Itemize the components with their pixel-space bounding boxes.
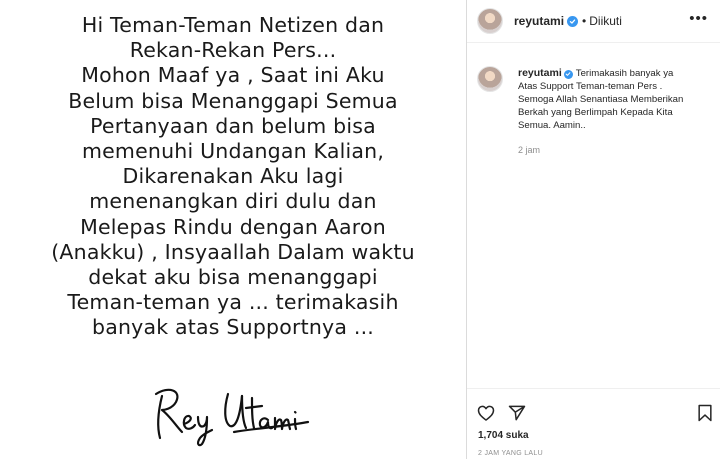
caption-line-4: Berkah yang Berlimpah Kepada Kita <box>518 107 673 118</box>
post-line: Melepas Rindu dengan Aaron <box>80 214 386 239</box>
post-line: menenangkan diri dulu dan <box>89 189 377 214</box>
post-line: dekat aku bisa menanggapi <box>88 265 378 290</box>
post-line: Mohon Maaf ya , Saat ini Aku <box>81 63 385 88</box>
caption-body: reyutami Terimakasih banyak ya Atas Suppo… <box>518 67 714 155</box>
post-image[interactable]: Hi Teman-Teman Netizen dan Rekan-Rekan P… <box>0 0 466 459</box>
handwritten-signature <box>154 388 310 447</box>
post-line: banyak atas Supportnya ... <box>92 315 374 340</box>
caption-username[interactable]: reyutami <box>518 67 562 79</box>
avatar[interactable] <box>477 8 503 34</box>
post-line: Teman-teman ya ... terimakasih <box>67 290 399 315</box>
caption-text: reyutami Terimakasih banyak ya Atas Suppo… <box>518 67 714 132</box>
heart-icon[interactable] <box>476 403 496 423</box>
post-line: (Anakku) , Insyaallah Dalam waktu <box>51 239 415 264</box>
separator-dot: • <box>582 14 587 28</box>
post-line: Belum bisa Menanggapi Semua <box>68 88 398 113</box>
post-line: Dikarenakan Aku lagi <box>122 164 344 189</box>
avatar[interactable] <box>477 66 503 92</box>
post-message: Hi Teman-Teman Netizen dan Rekan-Rekan P… <box>8 13 458 341</box>
like-count[interactable]: 1,704 suka <box>478 430 529 441</box>
verified-badge-icon <box>567 15 579 27</box>
follow-status-button[interactable]: Diikuti <box>589 14 622 28</box>
caption-line-1: Terimakasih banyak ya <box>575 68 674 79</box>
send-icon[interactable] <box>507 403 527 423</box>
caption-line-5: Semua. Aamin.. <box>518 120 586 131</box>
post-line: Hi Teman-Teman Netizen dan <box>81 13 385 37</box>
more-horizontal-icon[interactable]: ••• <box>689 11 708 26</box>
post-side-panel: reyutami • Diikuti ••• reyutami Terimakas… <box>467 0 720 459</box>
caption-line-2: Atas Support Teman-teman Pers . <box>518 81 663 92</box>
post-line: Pertanyaan dan belum bisa <box>90 113 376 138</box>
verified-badge-icon <box>563 69 573 79</box>
header-username[interactable]: reyutami <box>514 14 564 28</box>
action-bar <box>467 388 720 432</box>
post-date[interactable]: 2 JAM YANG LALU <box>478 450 543 457</box>
caption-line: reyutami Terimakasih banyak ya <box>518 67 714 80</box>
post-line: Rekan-Rekan Pers... <box>129 38 337 63</box>
bookmark-icon[interactable] <box>695 403 715 423</box>
post-header: reyutami • Diikuti ••• <box>467 0 720 43</box>
caption-timestamp[interactable]: 2 jam <box>518 145 714 155</box>
post-line: memenuhi Undangan Kalian, <box>81 139 385 164</box>
caption-line-3: Semoga Allah Senantiasa Memberikan <box>518 94 684 105</box>
